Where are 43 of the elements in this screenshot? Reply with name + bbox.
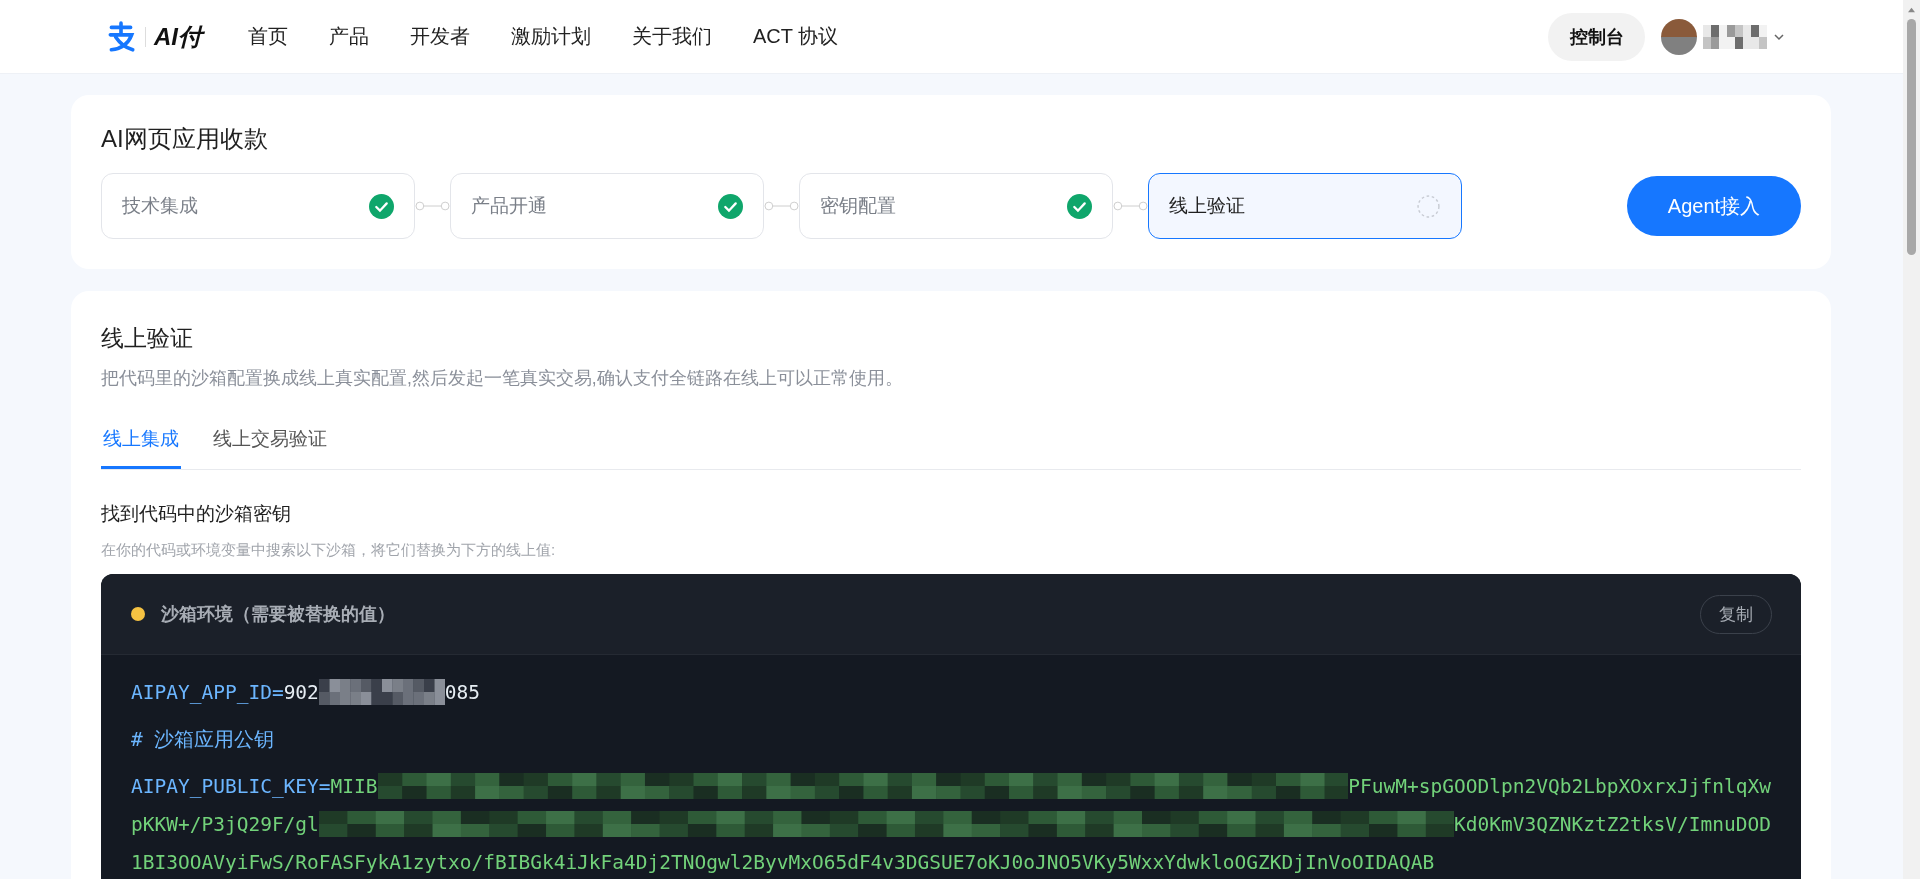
code-value: Kd0KmV3QZNKztZ2tksV/ImnuDOD	[1454, 812, 1771, 836]
scroll-up-icon	[1907, 6, 1916, 13]
section-title: 线上验证	[101, 324, 194, 353]
pixelated-redaction	[1703, 24, 1767, 49]
code-key: AIPAY_PUBLIC_KEY=	[131, 774, 331, 798]
nav-link[interactable]: ACT 协议	[753, 23, 839, 50]
card-title: AI网页应用收款	[101, 124, 269, 154]
step-connector	[764, 200, 799, 212]
step-card[interactable]: 产品开通	[450, 173, 764, 239]
console-button[interactable]: 控制台	[1548, 12, 1645, 61]
nav-link[interactable]: 首页	[248, 23, 288, 50]
code-key: AIPAY_APP_ID=	[131, 680, 284, 704]
step-card[interactable]: 密钥配置	[799, 173, 1113, 239]
code-value: PFuwM+spGOODlpn2VQb2LbpXOxrxJjfnlqXw	[1348, 774, 1771, 798]
step-label: 密钥配置	[820, 194, 896, 218]
nav-link[interactable]: 开发者	[410, 23, 470, 50]
step-card[interactable]: 技术集成	[101, 173, 415, 239]
step-label: 技术集成	[122, 194, 198, 218]
tab[interactable]: 线上交易验证	[211, 418, 329, 469]
step-label: 产品开通	[471, 194, 547, 218]
step-label: 线上验证	[1169, 194, 1245, 218]
status-dot	[131, 607, 145, 621]
nav-link[interactable]: 产品	[329, 23, 369, 50]
step-card[interactable]: 线上验证	[1148, 173, 1462, 239]
tab[interactable]: 线上集成	[101, 418, 181, 469]
avatar[interactable]	[1661, 18, 1697, 55]
step-connector	[415, 200, 450, 212]
step-connector	[1113, 200, 1148, 212]
hint-text: 在你的代码或环境变量中搜索以下沙箱，将它们替换为下方的线上值:	[101, 541, 557, 560]
code-value: 1BI3OOAVyiFwS/RoFASFykA1zytxo/fBIBGk4iJkFa4Dj2TNOgwl2ByvMxO65dF4v3DGSUE7oKJ0oJNO5VKy5WxxYdwkloOGZKDjInVoOIDAQAB	[131, 850, 1435, 874]
code-text: 902	[283, 680, 319, 704]
code-value: MIIB	[330, 774, 378, 798]
scrollbar[interactable]	[1903, 0, 1920, 879]
code-value: pKKW+/P3jQ29F/gl	[131, 812, 319, 836]
nav-link[interactable]: 关于我们	[632, 23, 712, 50]
description-text: 把代码里的沙箱配置换成线上真实配置,然后发起一笔真实交易,确认支付全链路在线上可以正常使用。	[101, 367, 904, 390]
nav-link[interactable]: 激励计划	[511, 23, 591, 50]
code-text: 085	[444, 680, 481, 704]
scrollbar-thumb[interactable]	[1907, 19, 1916, 255]
code-panel-title: 沙箱环境（需要被替换的值）	[161, 603, 395, 626]
subsection-title: 找到代码中的沙箱密钥	[101, 502, 292, 526]
agent-button[interactable]: Agent接入	[1627, 176, 1801, 236]
code-comment: # 沙箱应用公钥	[131, 726, 275, 753]
